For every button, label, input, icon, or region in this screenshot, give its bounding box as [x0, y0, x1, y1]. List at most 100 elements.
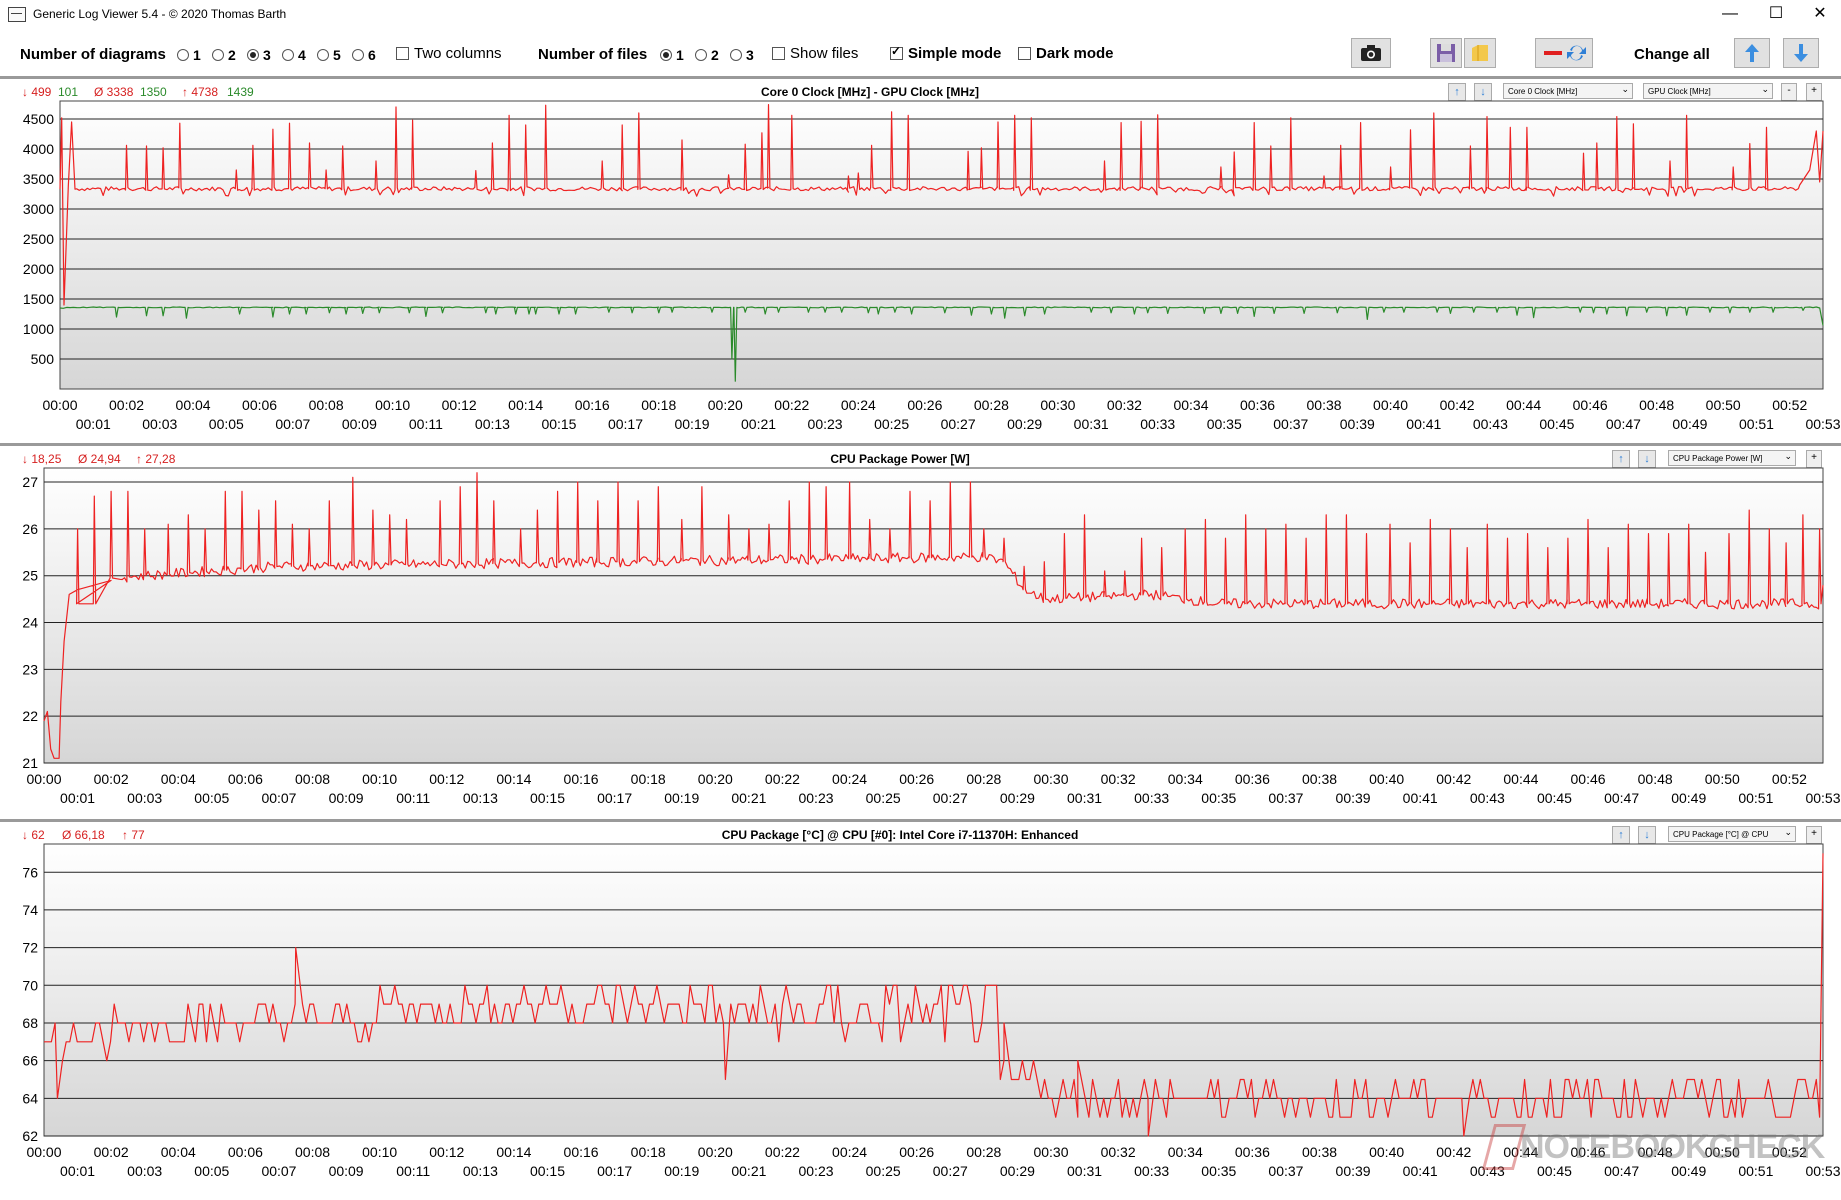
x-tick-label: 00:33 — [1134, 790, 1169, 806]
two-columns-checkbox[interactable]: Two columns — [396, 45, 502, 62]
radio-dot[interactable] — [730, 49, 742, 61]
checkbox-box[interactable] — [890, 44, 903, 60]
x-tick-label: 00:30 — [1040, 397, 1075, 413]
x-tick-label: 00:05 — [209, 416, 244, 432]
show-files-checkbox[interactable]: Show files — [772, 45, 858, 62]
save-icon — [1437, 44, 1455, 62]
x-tick-label: 00:15 — [530, 1163, 565, 1179]
x-tick-label: 00:48 — [1639, 397, 1674, 413]
chart-svg: 500 1000 1500 2000 2500 3000 3500 4000 4500 00:00… — [23, 100, 1841, 432]
x-tick-label: 00:28 — [966, 1144, 1001, 1160]
x-tick-label: 00:01 — [60, 790, 95, 806]
x-tick-label: 00:29 — [1000, 790, 1035, 806]
radio-dot[interactable] — [177, 49, 189, 61]
diagrams-radio-2[interactable]: 2 — [212, 47, 236, 63]
radio-label: 1 — [193, 47, 201, 63]
diagrams-radio-6[interactable]: 6 — [352, 47, 376, 63]
diagrams-radio-3[interactable]: 3 — [247, 47, 271, 63]
x-tick-label: 00:15 — [530, 790, 565, 806]
y-tick-label: 25 — [22, 568, 38, 584]
x-tick-label: 00:53 — [1805, 790, 1840, 806]
x-tick-label: 00:16 — [564, 1144, 599, 1160]
simple-mode-checkbox[interactable]: Simple mode — [890, 44, 1001, 62]
save-button[interactable] — [1430, 38, 1462, 68]
x-tick-label: 00:18 — [631, 1144, 666, 1160]
x-tick-label: 00:42 — [1436, 771, 1471, 787]
x-tick-label: 00:31 — [1067, 1163, 1102, 1179]
x-tick-label: 00:39 — [1340, 416, 1375, 432]
x-tick-label: 00:03 — [127, 790, 162, 806]
files-radio-2[interactable]: 2 — [695, 47, 719, 63]
diagrams-radio-4[interactable]: 4 — [282, 47, 306, 63]
x-tick-label: 00:42 — [1436, 1144, 1471, 1160]
radio-dot[interactable] — [695, 49, 707, 61]
checkbox-box[interactable] — [772, 47, 785, 60]
x-tick-label: 00:25 — [866, 1163, 901, 1179]
x-tick-label: 00:12 — [429, 1144, 464, 1160]
radio-dot[interactable] — [247, 49, 259, 61]
y-tick-label: 2500 — [23, 231, 54, 247]
x-tick-label: 00:28 — [974, 397, 1009, 413]
files-radio-3[interactable]: 3 — [730, 47, 754, 63]
files-radio-1[interactable]: 1 — [660, 47, 684, 63]
x-tick-label: 00:51 — [1739, 416, 1774, 432]
x-tick-label: 00:32 — [1101, 771, 1136, 787]
x-tick-label: 00:38 — [1302, 771, 1337, 787]
screenshot-button[interactable] — [1351, 38, 1391, 68]
swap-colors-button[interactable] — [1535, 38, 1593, 68]
x-tick-label: 00:00 — [26, 771, 61, 787]
diagrams-radio-1[interactable]: 1 — [177, 47, 201, 63]
y-tick-label: 26 — [22, 521, 38, 537]
checkbox-box[interactable] — [396, 47, 409, 60]
x-tick-label: 00:08 — [295, 771, 330, 787]
close-button[interactable]: ✕ — [1797, 0, 1841, 28]
dark-mode-checkbox[interactable]: Dark mode — [1018, 45, 1114, 62]
minimize-button[interactable]: — — [1707, 0, 1753, 28]
radio-dot[interactable] — [282, 49, 294, 61]
x-tick-label: 00:16 — [575, 397, 610, 413]
radio-dot[interactable] — [352, 49, 364, 61]
x-tick-label: 00:04 — [161, 771, 196, 787]
x-tick-label: 00:45 — [1537, 790, 1572, 806]
change-all-up-button[interactable] — [1734, 38, 1770, 68]
x-tick-label: 00:10 — [362, 1144, 397, 1160]
radio-label: 3 — [746, 47, 754, 63]
change-all-down-button[interactable] — [1783, 38, 1819, 68]
x-tick-label: 00:07 — [261, 1163, 296, 1179]
folder-icon — [1472, 45, 1488, 61]
x-tick-label: 00:07 — [275, 416, 310, 432]
x-tick-label: 00:44 — [1506, 397, 1541, 413]
open-folder-button[interactable] — [1464, 38, 1496, 68]
chart-panel-2: ↓ 18,25 Ø 24,94 ↑ 27,28 CPU Package Powe… — [0, 446, 1841, 819]
y-tick-label: 76 — [22, 864, 38, 880]
x-tick-label: 00:00 — [26, 1144, 61, 1160]
radio-label: 1 — [676, 47, 684, 63]
show-files-label: Show files — [790, 45, 859, 62]
x-tick-label: 00:41 — [1403, 790, 1438, 806]
x-tick-label: 00:02 — [94, 771, 129, 787]
y-tick-label: 23 — [22, 661, 38, 677]
x-tick-label: 00:35 — [1201, 1163, 1236, 1179]
x-tick-label: 00:13 — [463, 790, 498, 806]
swap-icon — [1544, 45, 1586, 61]
x-tick-label: 00:35 — [1207, 416, 1242, 432]
x-tick-label: 00:24 — [832, 1144, 867, 1160]
num-files-label: Number of files — [538, 46, 648, 63]
radio-dot[interactable] — [212, 49, 224, 61]
x-tick-label: 00:10 — [375, 397, 410, 413]
x-tick-label: 00:23 — [808, 416, 843, 432]
checkbox-box[interactable] — [1018, 47, 1031, 60]
diagrams-radio-5[interactable]: 5 — [317, 47, 341, 63]
arrow-up-icon — [1745, 44, 1759, 62]
x-tick-label: 00:20 — [698, 771, 733, 787]
x-tick-label: 00:33 — [1134, 1163, 1169, 1179]
x-tick-label: 00:13 — [463, 1163, 498, 1179]
x-tick-label: 00:50 — [1705, 771, 1740, 787]
x-tick-label: 00:27 — [941, 416, 976, 432]
radio-dot[interactable] — [660, 49, 672, 61]
maximize-button[interactable]: ☐ — [1753, 0, 1799, 28]
x-tick-label: 00:42 — [1440, 397, 1475, 413]
arrow-down-icon — [1794, 44, 1808, 62]
radio-dot[interactable] — [317, 49, 329, 61]
x-tick-label: 00:29 — [1000, 1163, 1035, 1179]
